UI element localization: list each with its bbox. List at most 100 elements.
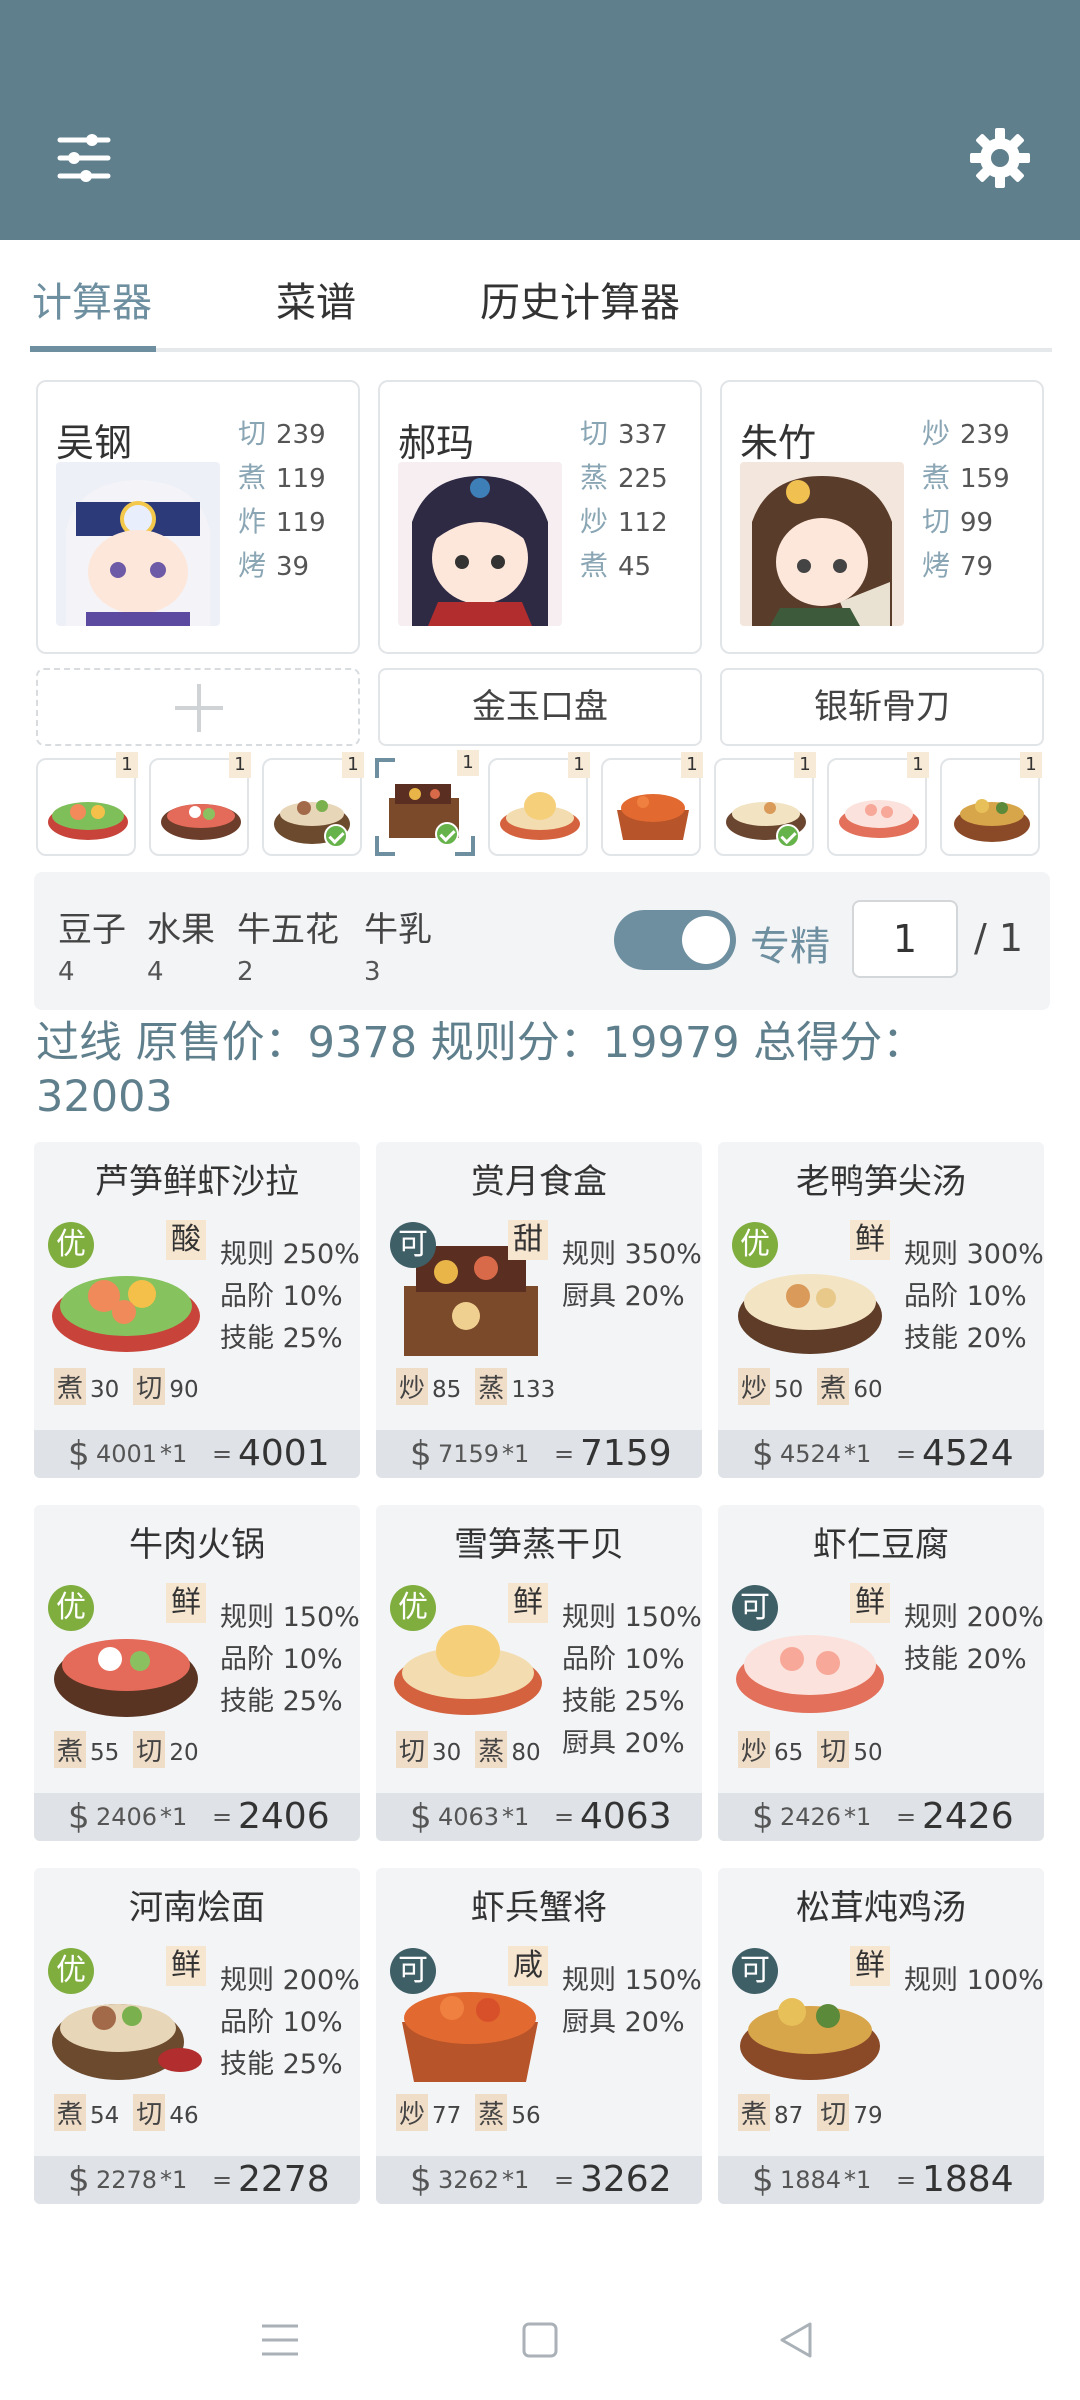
dish-name: 赏月食盒 <box>471 1162 607 1202</box>
thumb-count: 1 <box>457 750 479 776</box>
chef-skills: 切 337 蒸 225 炒 112 煮 45 <box>580 412 700 588</box>
score-summary: 过线 原售价：9378 规则分：19979 总得分：32003 <box>36 1018 926 1122</box>
dish-card[interactable]: 虾兵蟹将 可 咸 规则 150% 厨具 20% 炒 77 蒸 56 $3262 *1 = 3… <box>376 1868 702 2204</box>
check-icon <box>776 824 800 848</box>
dish-price-row: $1884 *1 = 1884 <box>718 2156 1044 2204</box>
dish-thumb[interactable]: 1 <box>488 752 590 856</box>
taste-badge: 鲜 <box>850 1220 890 1260</box>
thumb-count: 1 <box>794 752 816 778</box>
dish-price-row: $4001 *1 = 4001 <box>34 1430 360 1478</box>
tab-history-calculator[interactable]: 历史计算器 <box>480 270 680 328</box>
dish-card[interactable]: 松茸炖鸡汤 可 鲜 规则 100% 煮 87 切 79 $1884 *1 = 1884 <box>718 1868 1044 2204</box>
back-triangle-icon[interactable] <box>774 2318 818 2362</box>
dish-modifiers: 规则 150% 品阶 10% 技能 25% <box>220 1602 360 1717</box>
grade-badge: 可 <box>732 1948 778 1994</box>
add-equipment-button[interactable] <box>36 668 360 746</box>
taste-badge: 鲜 <box>166 1946 206 1986</box>
dish-price-row: $4063 *1 = 4063 <box>376 1793 702 1841</box>
chef-name: 郝玛 <box>398 421 475 465</box>
dish-card[interactable]: 虾仁豆腐 可 鲜 规则 200% 技能 20% 炒 65 切 50 $2426 *1 = 2… <box>718 1505 1044 1841</box>
check-icon <box>435 822 459 846</box>
grade-badge: 优 <box>48 1585 94 1631</box>
specialization-toggle[interactable] <box>614 910 736 970</box>
dish-card[interactable]: 赏月食盒 可 甜 规则 350% 厨具 20% 炒 85 蒸 133 $7159 *1 =… <box>376 1142 702 1478</box>
dish-thumb[interactable]: 1 <box>940 752 1042 856</box>
skill-row: 煮 159 <box>922 461 1010 494</box>
grade-badge: 可 <box>390 1948 436 1994</box>
dish-price-row: $7159 *1 = 7159 <box>376 1430 702 1478</box>
skill-row: 烤 39 <box>238 549 310 582</box>
equipment-slot-3[interactable]: 银斩骨刀 <box>720 668 1044 746</box>
dish-modifiers: 规则 150% 品阶 10% 技能 25% 厨具 20% <box>562 1602 702 1759</box>
tab-bar: 计算器 菜谱 历史计算器 <box>30 240 1052 356</box>
tab-indicator <box>30 346 156 352</box>
thumb-count: 1 <box>116 752 138 778</box>
dish-name: 牛肉火锅 <box>129 1525 265 1565</box>
dish-thumb[interactable]: 1 <box>714 752 816 856</box>
skill-row: 切 337 <box>580 417 668 450</box>
quantity-total: / 1 <box>974 916 1024 960</box>
grade-badge: 优 <box>390 1585 436 1631</box>
dish-name: 雪笋蒸干贝 <box>454 1525 624 1565</box>
chef-card-3[interactable]: 朱竹 炒 239 煮 159 切 99 烤 79 <box>720 380 1044 654</box>
chef-skills: 切 239 煮 119 炸 119 烤 39 <box>238 412 358 588</box>
dish-thumb[interactable]: 1 <box>601 752 703 856</box>
dish-name: 河南烩面 <box>129 1888 265 1928</box>
equipment-slot-2[interactable]: 金玉口盘 <box>378 668 702 746</box>
dish-card[interactable]: 芦笋鲜虾沙拉 优 酸 规则 250% 品阶 10% 技能 25% 煮 30 切 90 … <box>34 1142 360 1478</box>
dish-requirements: 煮 87 切 79 <box>738 2094 897 2131</box>
thumb-count: 1 <box>1020 752 1042 778</box>
dish-price-row: $4524 *1 = 4524 <box>718 1430 1044 1478</box>
taste-badge: 酸 <box>166 1220 206 1260</box>
selection-corner <box>455 836 475 856</box>
dish-requirements: 切 30 蒸 80 <box>396 1731 555 1768</box>
recents-menu-icon[interactable] <box>258 2318 302 2362</box>
dish-modifiers: 规则 200% 品阶 10% 技能 25% <box>220 1965 360 2080</box>
filter-sliders-icon[interactable] <box>56 130 112 186</box>
toggle-knob <box>682 916 730 964</box>
dish-card[interactable]: 老鸭笋尖汤 优 鲜 规则 300% 品阶 10% 技能 20% 炒 50 煮 60 $… <box>718 1142 1044 1478</box>
grade-badge: 可 <box>390 1222 436 1268</box>
dish-thumb[interactable]: 1 <box>262 752 364 856</box>
grade-badge: 优 <box>48 1948 94 1994</box>
home-square-icon[interactable] <box>518 2318 562 2362</box>
chef-card-1[interactable]: 吴钢 切 239 煮 119 炸 119 烤 39 <box>36 380 360 654</box>
taste-badge: 咸 <box>508 1946 548 1986</box>
tab-recipes[interactable]: 菜谱 <box>276 270 356 328</box>
tab-track <box>30 348 1052 352</box>
app-bar <box>0 0 1080 240</box>
dish-requirements: 炒 77 蒸 56 <box>396 2094 555 2131</box>
settings-gear-icon[interactable] <box>968 126 1032 190</box>
dish-card[interactable]: 雪笋蒸干贝 优 鲜 规则 150% 品阶 10% 技能 25% 厨具 20% 切… <box>376 1505 702 1841</box>
chef-portrait-image <box>56 462 220 626</box>
ingredient-item: 牛乳 3 <box>364 910 432 987</box>
skill-row: 切 99 <box>922 505 994 538</box>
thumb-count: 1 <box>229 752 251 778</box>
plus-icon <box>175 684 223 732</box>
dish-requirements: 炒 85 蒸 133 <box>396 1368 569 1405</box>
dish-price-row: $3262 *1 = 3262 <box>376 2156 702 2204</box>
taste-badge: 鲜 <box>166 1583 206 1623</box>
dish-requirements: 煮 30 切 90 <box>54 1368 213 1405</box>
tab-calculator[interactable]: 计算器 <box>32 270 152 328</box>
quantity-input[interactable]: 1 <box>852 900 958 978</box>
skill-row: 煮 45 <box>580 549 652 582</box>
ingredient-item: 牛五花 2 <box>237 910 339 987</box>
dish-thumb-selected[interactable]: 1 <box>375 750 479 856</box>
taste-badge: 鲜 <box>508 1583 548 1623</box>
chef-card-2[interactable]: 郝玛 切 337 蒸 225 炒 112 煮 45 <box>378 380 702 654</box>
grade-badge: 优 <box>732 1222 778 1268</box>
dish-thumb[interactable]: 1 <box>149 752 251 856</box>
skill-row: 蒸 225 <box>580 461 668 494</box>
dish-requirements: 煮 55 切 20 <box>54 1731 213 1768</box>
dish-thumb[interactable]: 1 <box>827 752 929 856</box>
taste-badge: 甜 <box>508 1220 548 1260</box>
dish-modifiers: 规则 250% 品阶 10% 技能 25% <box>220 1239 360 1354</box>
skill-row: 炸 119 <box>238 505 326 538</box>
dish-card[interactable]: 牛肉火锅 优 鲜 规则 150% 品阶 10% 技能 25% 煮 55 切 20 $2… <box>34 1505 360 1841</box>
dish-price-row: $2406 *1 = 2406 <box>34 1793 360 1841</box>
grade-badge: 可 <box>732 1585 778 1631</box>
dish-thumb[interactable]: 1 <box>36 752 138 856</box>
chef-portrait-image <box>398 462 562 626</box>
dish-card[interactable]: 河南烩面 优 鲜 规则 200% 品阶 10% 技能 25% 煮 54 切 46 $2… <box>34 1868 360 2204</box>
